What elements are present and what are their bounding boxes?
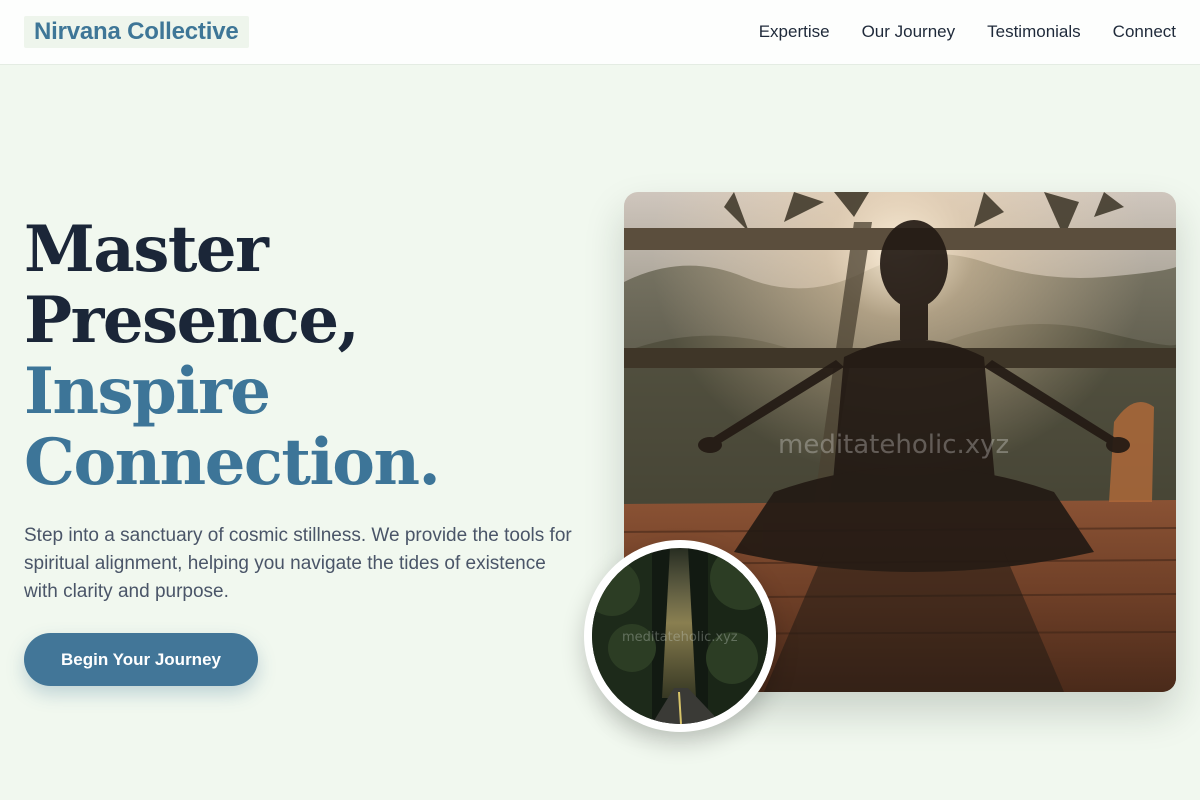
main-nav: Expertise Our Journey Testimonials Conne… — [759, 20, 1176, 44]
headline-line-1: Master — [24, 212, 269, 287]
forest-road-image: meditateholic.xyz — [592, 548, 768, 724]
site-header: Nirvana Collective Expertise Our Journey… — [0, 0, 1200, 65]
begin-journey-button[interactable]: Begin Your Journey — [24, 633, 258, 686]
brand-logo[interactable]: Nirvana Collective — [24, 16, 249, 48]
headline-line-4: Connection. — [24, 425, 441, 500]
inset-image-watermark: meditateholic.xyz — [622, 630, 738, 645]
nav-link-our-journey[interactable]: Our Journey — [862, 20, 956, 44]
hero-headline: Master Presence, Inspire Connection. — [24, 212, 441, 500]
headline-line-2: Presence, — [24, 283, 360, 358]
nav-link-testimonials[interactable]: Testimonials — [987, 20, 1081, 44]
hero-description: Step into a sanctuary of cosmic stillnes… — [24, 525, 572, 602]
headline-line-3: Inspire — [24, 354, 271, 429]
nav-link-expertise[interactable]: Expertise — [759, 20, 830, 44]
nav-link-connect[interactable]: Connect — [1113, 20, 1176, 44]
inset-image-frame: meditateholic.xyz — [584, 540, 776, 732]
hero-image-watermark: meditateholic.xyz — [778, 430, 1010, 460]
